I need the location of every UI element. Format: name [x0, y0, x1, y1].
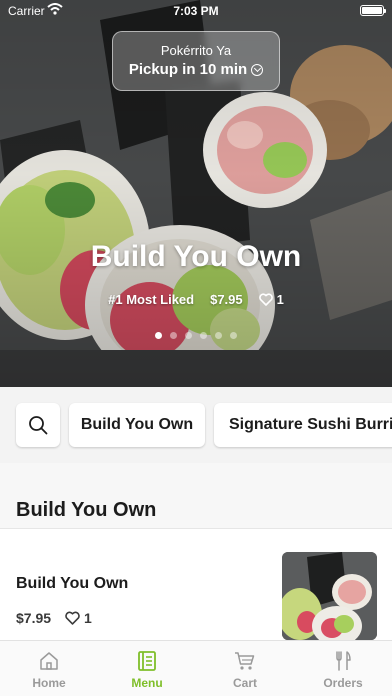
menu-item-name: Build You Own	[16, 575, 129, 592]
cart-icon	[235, 652, 255, 670]
heart-icon	[65, 611, 80, 625]
pickup-time: Pickup in 10 min	[128, 61, 264, 78]
status-time: 7:03 PM	[173, 4, 219, 18]
carousel-dot[interactable]	[155, 332, 162, 339]
tab-cart[interactable]: Cart	[196, 641, 294, 696]
tab-cart-label: Cart	[232, 676, 257, 690]
hero-meta: #1 Most Liked $7.95 1	[0, 292, 392, 307]
carousel-dot[interactable]	[215, 332, 222, 339]
menu-item[interactable]: Build You Own $7.95 1	[0, 530, 392, 640]
menu-item-image	[282, 552, 377, 640]
hero-tag: #1 Most Liked	[108, 292, 195, 307]
menu-item-likes: 1	[65, 610, 92, 626]
tab-menu[interactable]: Menu	[98, 641, 196, 696]
section-title: Build You Own	[16, 499, 157, 521]
status-bar: Carrier 7:03 PM	[0, 0, 392, 22]
menu-item-likes-count: 1	[84, 610, 92, 626]
category-bar: Build You Own Signature Sushi Burrito	[0, 387, 392, 463]
hero-banner[interactable]: Carrier 7:03 PM Pokérrito Ya Pickup in 1…	[0, 0, 392, 387]
carousel-dot[interactable]	[185, 332, 192, 339]
category-chip[interactable]: Build You Own	[69, 403, 205, 447]
search-button[interactable]	[16, 403, 60, 447]
menu-icon	[138, 651, 156, 671]
pickup-selector[interactable]: Pokérrito Ya Pickup in 10 min	[112, 31, 280, 91]
hero-likes-count: 1	[276, 292, 284, 307]
section-header: Build You Own	[0, 463, 392, 529]
carousel-dots	[0, 332, 392, 339]
fork-knife-icon	[336, 651, 351, 671]
tab-orders-label: Orders	[323, 676, 363, 690]
search-icon	[29, 416, 48, 435]
battery-icon	[360, 5, 386, 16]
carousel-dot[interactable]	[230, 332, 237, 339]
tab-home-label: Home	[32, 676, 66, 690]
store-name: Pokérrito Ya	[160, 43, 232, 58]
home-icon	[40, 652, 58, 670]
carousel-dot[interactable]	[170, 332, 177, 339]
pickup-time-label: Pickup in 10 min	[128, 61, 248, 78]
hero-likes: 1	[258, 292, 284, 307]
tab-orders[interactable]: Orders	[294, 641, 392, 696]
chevron-down-icon	[251, 63, 264, 76]
hero-price: $7.95	[210, 292, 243, 307]
tab-bar: Home Menu Cart Orders	[0, 640, 392, 696]
tab-home[interactable]: Home	[0, 641, 98, 696]
tab-menu-label: Menu	[131, 676, 163, 690]
menu-item-meta: $7.95 1	[16, 610, 92, 626]
menu-item-price: $7.95	[16, 610, 52, 626]
category-chip[interactable]: Signature Sushi Burrito	[214, 403, 392, 447]
carousel-dot[interactable]	[200, 332, 207, 339]
heart-icon	[258, 293, 273, 306]
hero-title: Build You Own	[90, 240, 302, 273]
